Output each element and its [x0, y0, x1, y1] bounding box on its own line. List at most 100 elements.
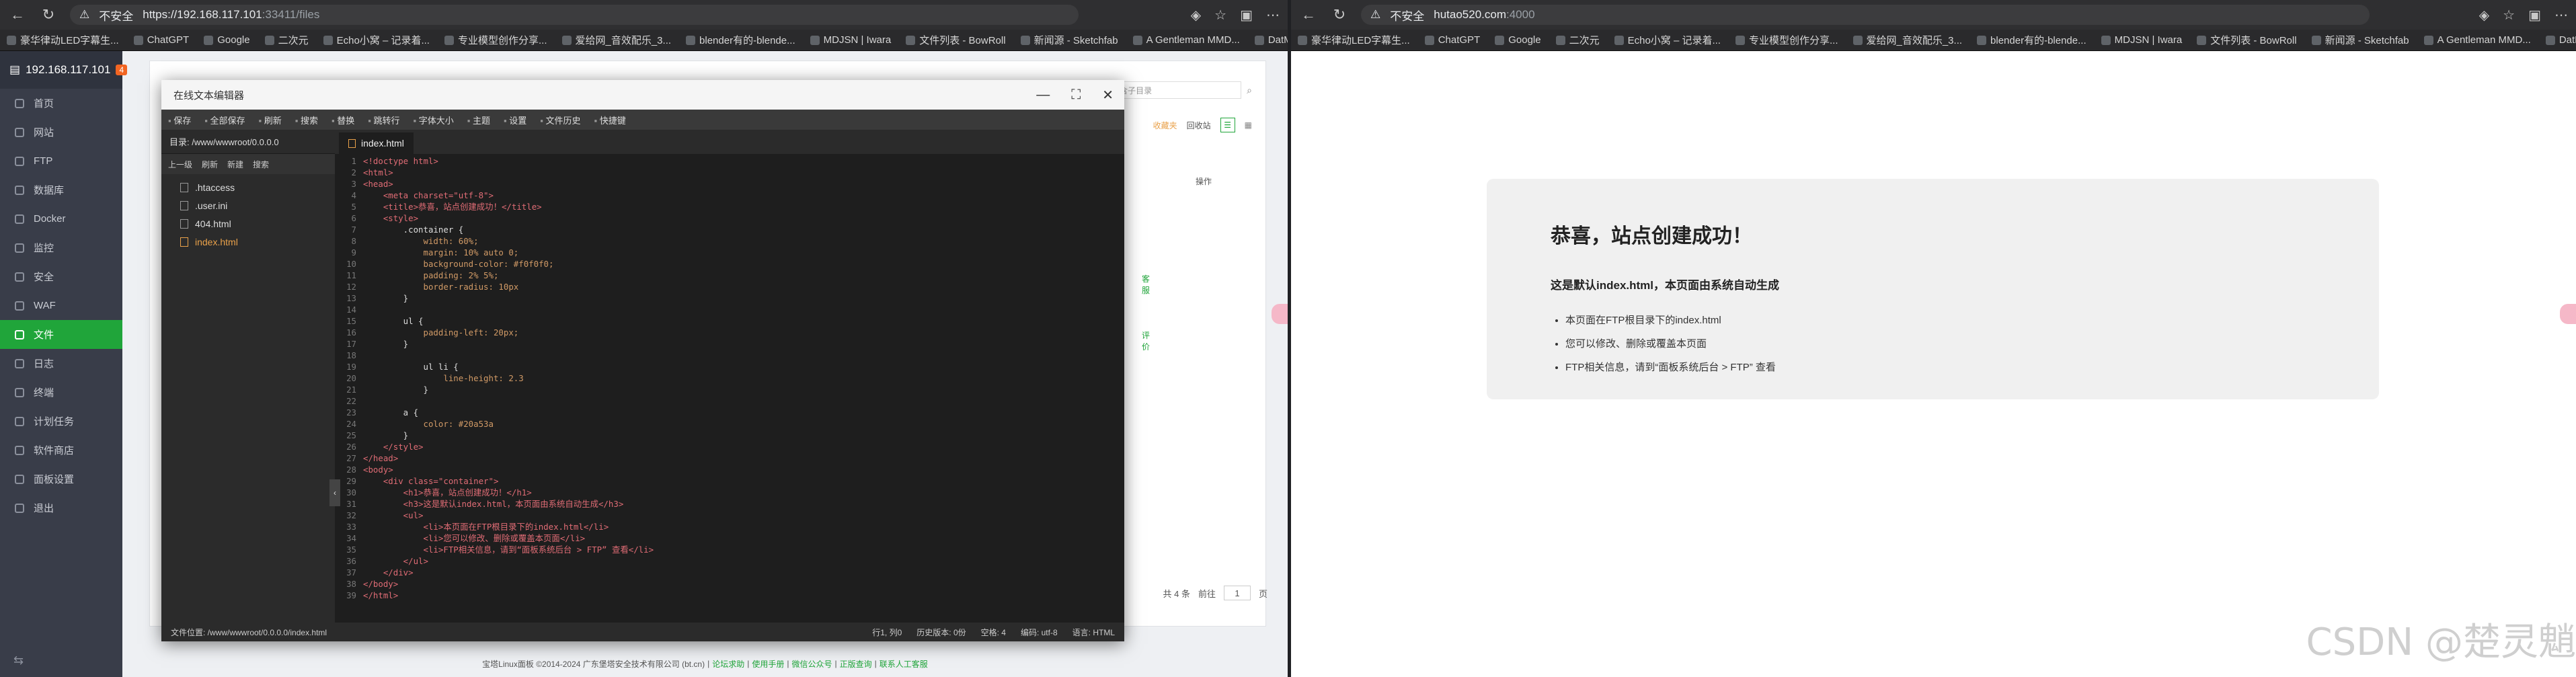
sidebar-item[interactable]: WAF	[0, 291, 122, 320]
toolbar-button[interactable]: 刷新	[259, 114, 282, 126]
reload-icon[interactable]: ↻	[39, 5, 58, 24]
toolbar-button[interactable]: 保存	[168, 114, 191, 126]
toolbar-button[interactable]: 搜索	[295, 114, 318, 126]
sidebar-item[interactable]: 计划任务	[0, 407, 122, 436]
footer-link[interactable]: 联系人工客服	[880, 658, 928, 670]
toolbar-button[interactable]: 主题	[467, 114, 490, 126]
minimize-icon[interactable]: —	[1036, 87, 1050, 103]
status-history[interactable]: 历史版本: 0份	[916, 627, 966, 638]
sidebar-item[interactable]: 面板设置	[0, 465, 122, 493]
bookmark-item[interactable]: blender有的-blende...	[1977, 33, 2086, 47]
footer-link[interactable]: 论坛求助	[712, 658, 744, 670]
bookmark-item[interactable]: 新闻源 - Sketchfab	[2311, 33, 2409, 47]
tree-action-button[interactable]: 刷新	[202, 159, 218, 170]
sidebar-item[interactable]: 终端	[0, 378, 122, 407]
sidebar-item[interactable]: 数据库	[0, 175, 122, 204]
left-url-bar[interactable]: ⚠ 不安全 https://192.168.117.101:33411/file…	[70, 5, 1079, 25]
extension-icon[interactable]: ◈	[2479, 7, 2489, 24]
favorites-icon[interactable]: ☆	[2503, 7, 2515, 24]
bookmark-item[interactable]: 专业模型创作分享...	[444, 33, 547, 47]
bookmark-item[interactable]: 文件列表 - BowRoll	[2197, 33, 2297, 47]
sidebar-item[interactable]: 文件	[0, 320, 122, 349]
favorites-icon[interactable]: ☆	[1214, 7, 1226, 24]
back-icon[interactable]: ←	[8, 5, 27, 24]
file-tree-item[interactable]: 404.html	[161, 214, 335, 233]
maximize-icon[interactable]: ⛶	[1071, 87, 1081, 103]
feedback-button[interactable]: 评价	[1142, 329, 1157, 352]
bookmark-item[interactable]: 文件列表 - BowRoll	[906, 33, 1006, 47]
toolbar-button[interactable]: 设置	[504, 114, 526, 126]
back-icon[interactable]: ←	[1299, 5, 1318, 24]
menu-icon[interactable]: ⋯	[2554, 7, 2568, 24]
toolbar-button[interactable]: 全部保存	[204, 114, 245, 126]
toolbar-button[interactable]: 替换	[331, 114, 354, 126]
extension-icon[interactable]: ◈	[1191, 7, 1201, 24]
sidebar-item[interactable]: 网站	[0, 118, 122, 147]
status-language[interactable]: 语言: HTML	[1072, 627, 1115, 638]
toolbar-button[interactable]: 字体大小	[414, 114, 454, 126]
tab-index-html[interactable]: index.html	[339, 132, 414, 154]
grid-view-icon[interactable]: ▦	[1245, 120, 1252, 130]
collapse-tree-icon[interactable]: ‹	[329, 479, 340, 506]
bookmark-item[interactable]: A Gentleman MMD...	[1132, 34, 1240, 46]
toolbar-button[interactable]: 文件历史	[540, 114, 580, 126]
recycle-bin-button[interactable]: 回收站	[1187, 120, 1211, 131]
file-search-input[interactable]: 包含子目录	[1107, 81, 1242, 99]
search-icon[interactable]: ⌕	[1247, 85, 1252, 96]
status-encoding[interactable]: 编码: utf-8	[1021, 627, 1058, 638]
sidebar-item[interactable]: Docker	[0, 204, 122, 233]
customer-service-button[interactable]: 客服	[1142, 273, 1157, 296]
close-icon[interactable]: ✕	[1102, 87, 1114, 104]
bookmark-item[interactable]: Google	[204, 34, 250, 46]
bookmark-item[interactable]: Echo小窝 – 记录着...	[323, 33, 430, 47]
collections-icon[interactable]: ▣	[2528, 7, 2541, 24]
favorites-link[interactable]: 收藏夹	[1153, 120, 1177, 131]
pager-page-input[interactable]: 1	[1223, 586, 1251, 600]
bookmark-item[interactable]: 爱给网_音效配乐_3...	[1852, 33, 1962, 47]
sidebar-item[interactable]: 日志	[0, 349, 122, 378]
footer-link[interactable]: 微信公众号	[792, 658, 832, 670]
status-indent[interactable]: 空格: 4	[981, 627, 1006, 638]
file-tree-item[interactable]: .user.ini	[161, 196, 335, 214]
bookmark-item[interactable]: ChatGPT	[1424, 34, 1480, 46]
tree-action-button[interactable]: 上一级	[168, 159, 192, 170]
bookmark-item[interactable]: DatMMDGuy | Iwara	[2545, 34, 2576, 46]
bookmark-item[interactable]: 爱给网_音效配乐_3...	[561, 33, 671, 47]
sidebar-item[interactable]: 安全	[0, 262, 122, 291]
bookmark-item[interactable]: blender有的-blende...	[686, 33, 795, 47]
bookmark-item[interactable]: ChatGPT	[133, 34, 189, 46]
sidebar-item[interactable]: 退出	[0, 493, 122, 522]
bookmark-item[interactable]: 豪华律动LED字幕生...	[7, 33, 119, 47]
sidebar-item[interactable]: 监控	[0, 233, 122, 262]
reload-icon[interactable]: ↻	[1330, 5, 1349, 24]
toolbar-button[interactable]: 跳转行	[368, 114, 399, 126]
collections-icon[interactable]: ▣	[1240, 7, 1253, 24]
footer-link[interactable]: 使用手册	[752, 658, 784, 670]
footer-link[interactable]: 正版查询	[840, 658, 872, 670]
file-tree-item[interactable]: .htaccess	[161, 178, 335, 196]
floating-assistant-icon[interactable]	[2560, 304, 2576, 324]
list-view-icon[interactable]: ☰	[1220, 118, 1235, 132]
file-tree-item[interactable]: index.html	[161, 233, 335, 251]
tree-action-button[interactable]: 搜索	[253, 159, 269, 170]
bookmark-item[interactable]: A Gentleman MMD...	[2423, 34, 2531, 46]
bookmark-item[interactable]: 二次元	[264, 33, 309, 47]
bookmark-item[interactable]: 二次元	[1555, 33, 1600, 47]
bookmark-item[interactable]: 新闻源 - Sketchfab	[1020, 33, 1118, 47]
floating-assistant-icon[interactable]	[1272, 304, 1288, 324]
right-url-bar[interactable]: ⚠ 不安全 hutao520.com:4000	[1361, 5, 2370, 25]
sidebar-item[interactable]: 首页	[0, 89, 122, 118]
bookmark-item[interactable]: Google	[1495, 34, 1541, 46]
sidebar-item[interactable]: FTP	[0, 147, 122, 175]
toolbar-button[interactable]: 快捷键	[594, 114, 626, 126]
bookmark-item[interactable]: 豪华律动LED字幕生...	[1298, 33, 1410, 47]
bookmark-item[interactable]: MDJSN | Iwara	[2101, 34, 2182, 46]
tree-action-button[interactable]: 新建	[227, 159, 243, 170]
bookmark-item[interactable]: MDJSN | Iwara	[810, 34, 891, 46]
bookmark-item[interactable]: 专业模型创作分享...	[1735, 33, 1838, 47]
code-area[interactable]: 1 <!doctype html> 2 <html> 3 <head> 4 <meta ch…	[335, 154, 1124, 623]
menu-icon[interactable]: ⋯	[1266, 7, 1280, 24]
bookmark-item[interactable]: DatMMDGuy | Iwara	[1254, 34, 1288, 46]
bookmark-item[interactable]: Echo小窝 – 记录着...	[1614, 33, 1721, 47]
sidebar-item[interactable]: 软件商店	[0, 436, 122, 465]
